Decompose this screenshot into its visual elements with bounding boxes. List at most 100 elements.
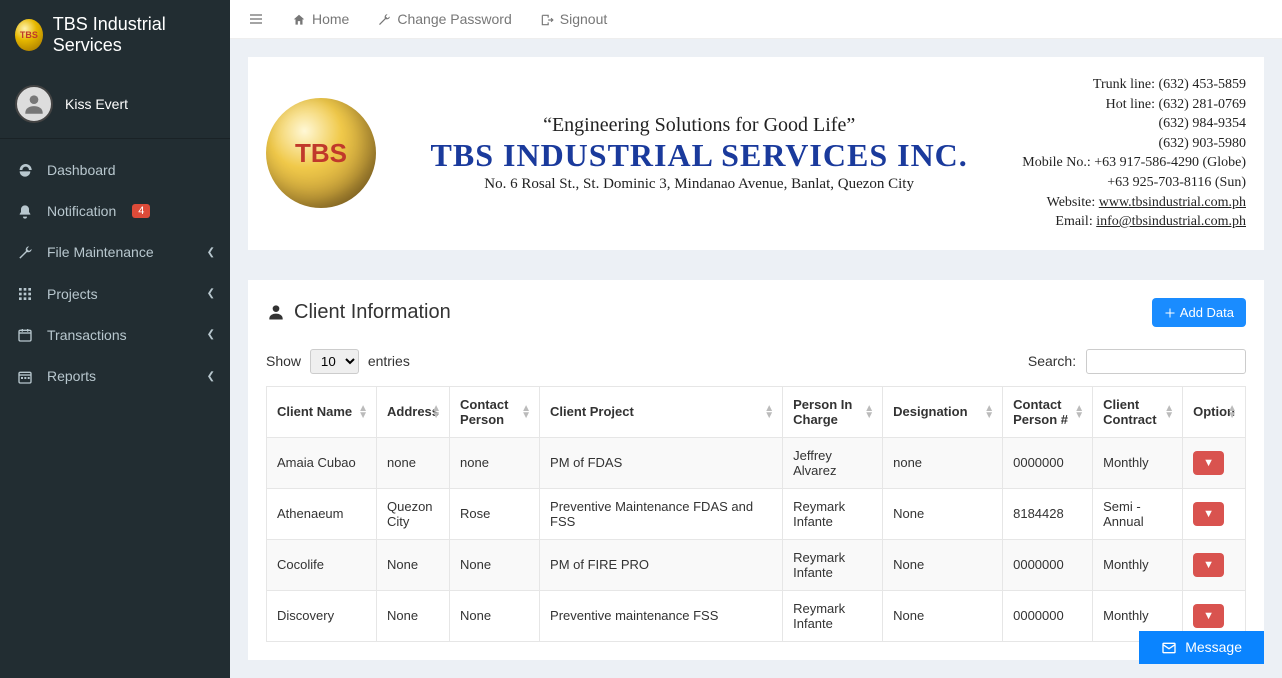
col-person-in-charge[interactable]: Person In Charge▲▼	[783, 386, 883, 437]
col-option[interactable]: Option▲▼	[1183, 386, 1246, 437]
sort-icon: ▲▼	[764, 405, 774, 419]
show-label-post: entries	[368, 353, 410, 369]
table-cell: Reymark Infante	[783, 590, 883, 641]
sidebar-item-notification[interactable]: Notification 4	[0, 190, 230, 231]
table-cell: none	[883, 437, 1003, 488]
table-cell: 0000000	[1003, 539, 1093, 590]
col-contact-number[interactable]: Contact Person #▲▼	[1003, 386, 1093, 437]
caret-down-icon: ▼	[1203, 457, 1214, 469]
sidebar-item-dashboard[interactable]: Dashboard	[0, 149, 230, 190]
dashboard-icon	[15, 161, 35, 178]
grid-icon	[15, 285, 35, 302]
user-panel: Kiss Evert	[0, 70, 230, 139]
nav-change-password[interactable]: Change Password	[377, 11, 511, 27]
table-controls: Show 10 entries Search:	[266, 349, 1246, 374]
table-cell: PM of FDAS	[540, 437, 783, 488]
nav-home[interactable]: Home	[292, 11, 349, 27]
col-client-name[interactable]: Client Name▲▼	[267, 386, 377, 437]
table-cell: Preventive Maintenance FDAS and FSS	[540, 488, 783, 539]
table-header-row: Client Name▲▼ Address▲▼ Contact Person▲▼…	[267, 386, 1246, 437]
row-option-button[interactable]: ▼	[1193, 604, 1224, 628]
table-cell: Cocolife	[267, 539, 377, 590]
banner-address: No. 6 Rosal St., St. Dominic 3, Mindanao…	[396, 176, 1002, 193]
sidebar-menu: Dashboard Notification 4 File Maintenanc…	[0, 149, 230, 397]
contact-email: Email: info@tbsindustrial.com.ph	[1022, 212, 1246, 232]
main-area: Home Change Password Signout TBS	[230, 0, 1282, 678]
menu-toggle[interactable]	[248, 10, 264, 28]
table-cell: Rose	[450, 488, 540, 539]
add-data-button[interactable]: Add Data	[1152, 298, 1246, 327]
search-input[interactable]	[1086, 349, 1246, 374]
col-client-project[interactable]: Client Project▲▼	[540, 386, 783, 437]
col-client-contract[interactable]: Client Contract▲▼	[1093, 386, 1183, 437]
col-designation[interactable]: Designation▲▼	[883, 386, 1003, 437]
website-label: Website:	[1047, 195, 1099, 210]
chevron-left-icon: ❮	[207, 247, 215, 258]
sidebar-item-projects[interactable]: Projects ❮	[0, 273, 230, 314]
caret-down-icon: ▼	[1203, 559, 1214, 571]
section-title-text: Client Information	[294, 301, 451, 324]
table-row: DiscoveryNoneNonePreventive maintenance …	[267, 590, 1246, 641]
col-contact-person[interactable]: Contact Person▲▼	[450, 386, 540, 437]
search-label: Search:	[1028, 353, 1076, 369]
banner-logo: TBS	[266, 98, 376, 208]
table-cell: Athenaeum	[267, 488, 377, 539]
table-cell: 0000000	[1003, 437, 1093, 488]
caret-down-icon: ▼	[1203, 610, 1214, 622]
page-size-select[interactable]: 10	[310, 349, 359, 374]
client-table: Client Name▲▼ Address▲▼ Contact Person▲▼…	[266, 386, 1246, 642]
table-cell: Quezon City	[377, 488, 450, 539]
sidebar-item-reports[interactable]: Reports ❮	[0, 355, 230, 396]
sort-icon: ▲▼	[431, 405, 441, 419]
contact-mobile2: +63 925-703-8116 (Sun)	[1022, 173, 1246, 193]
table-cell: 8184428	[1003, 488, 1093, 539]
sort-icon: ▲▼	[358, 405, 368, 419]
table-cell: Semi - Annual	[1093, 488, 1183, 539]
section-title: Client Information	[266, 301, 451, 324]
sidebar-item-file-maintenance[interactable]: File Maintenance ❮	[0, 232, 230, 273]
sidebar-item-transactions[interactable]: Transactions ❮	[0, 314, 230, 355]
row-option-button[interactable]: ▼	[1193, 553, 1224, 577]
table-cell: Amaia Cubao	[267, 437, 377, 488]
table-cell: PM of FIRE PRO	[540, 539, 783, 590]
table-cell: Reymark Infante	[783, 539, 883, 590]
nav-label: Signout	[560, 11, 607, 27]
contact-hot: Hot line: (632) 281-0769	[1022, 95, 1246, 115]
table-cell: Monthly	[1093, 437, 1183, 488]
sort-icon: ▲▼	[864, 405, 874, 419]
table-cell-option: ▼	[1183, 488, 1246, 539]
website-link[interactable]: www.tbsindustrial.com.ph	[1099, 195, 1246, 210]
chevron-left-icon: ❮	[207, 371, 215, 382]
sort-icon: ▲▼	[521, 405, 531, 419]
length-control: Show 10 entries	[266, 349, 410, 374]
sidebar-item-label: Transactions	[47, 327, 127, 343]
table-cell: None	[450, 590, 540, 641]
table-cell-option: ▼	[1183, 437, 1246, 488]
row-option-button[interactable]: ▼	[1193, 502, 1224, 526]
row-option-button[interactable]: ▼	[1193, 451, 1224, 475]
sidebar-item-label: Projects	[47, 286, 98, 302]
brand-logo: TBS	[15, 19, 43, 51]
table-cell: None	[883, 539, 1003, 590]
message-label: Message	[1185, 639, 1242, 655]
table-cell: Preventive maintenance FSS	[540, 590, 783, 641]
notification-badge: 4	[132, 204, 150, 218]
caret-down-icon: ▼	[1203, 508, 1214, 520]
banner-contacts: Trunk line: (632) 453-5859 Hot line: (63…	[1022, 75, 1246, 232]
calendar-icon	[15, 326, 35, 343]
email-link[interactable]: info@tbsindustrial.com.ph	[1096, 214, 1246, 229]
nav-signout[interactable]: Signout	[540, 11, 607, 27]
table-cell: none	[450, 437, 540, 488]
chevron-left-icon: ❮	[207, 288, 215, 299]
message-button[interactable]: Message	[1139, 631, 1264, 664]
chevron-left-icon: ❮	[207, 329, 215, 340]
table-cell: Reymark Infante	[783, 488, 883, 539]
wrench-icon	[377, 11, 391, 27]
calendar2-icon	[15, 367, 35, 384]
table-row: AthenaeumQuezon CityRosePreventive Maint…	[267, 488, 1246, 539]
table-row: Amaia CubaononenonePM of FDASJeffrey Alv…	[267, 437, 1246, 488]
contact-trunk: Trunk line: (632) 453-5859	[1022, 75, 1246, 95]
col-address[interactable]: Address▲▼	[377, 386, 450, 437]
table-cell: Jeffrey Alvarez	[783, 437, 883, 488]
bell-icon	[15, 202, 35, 219]
